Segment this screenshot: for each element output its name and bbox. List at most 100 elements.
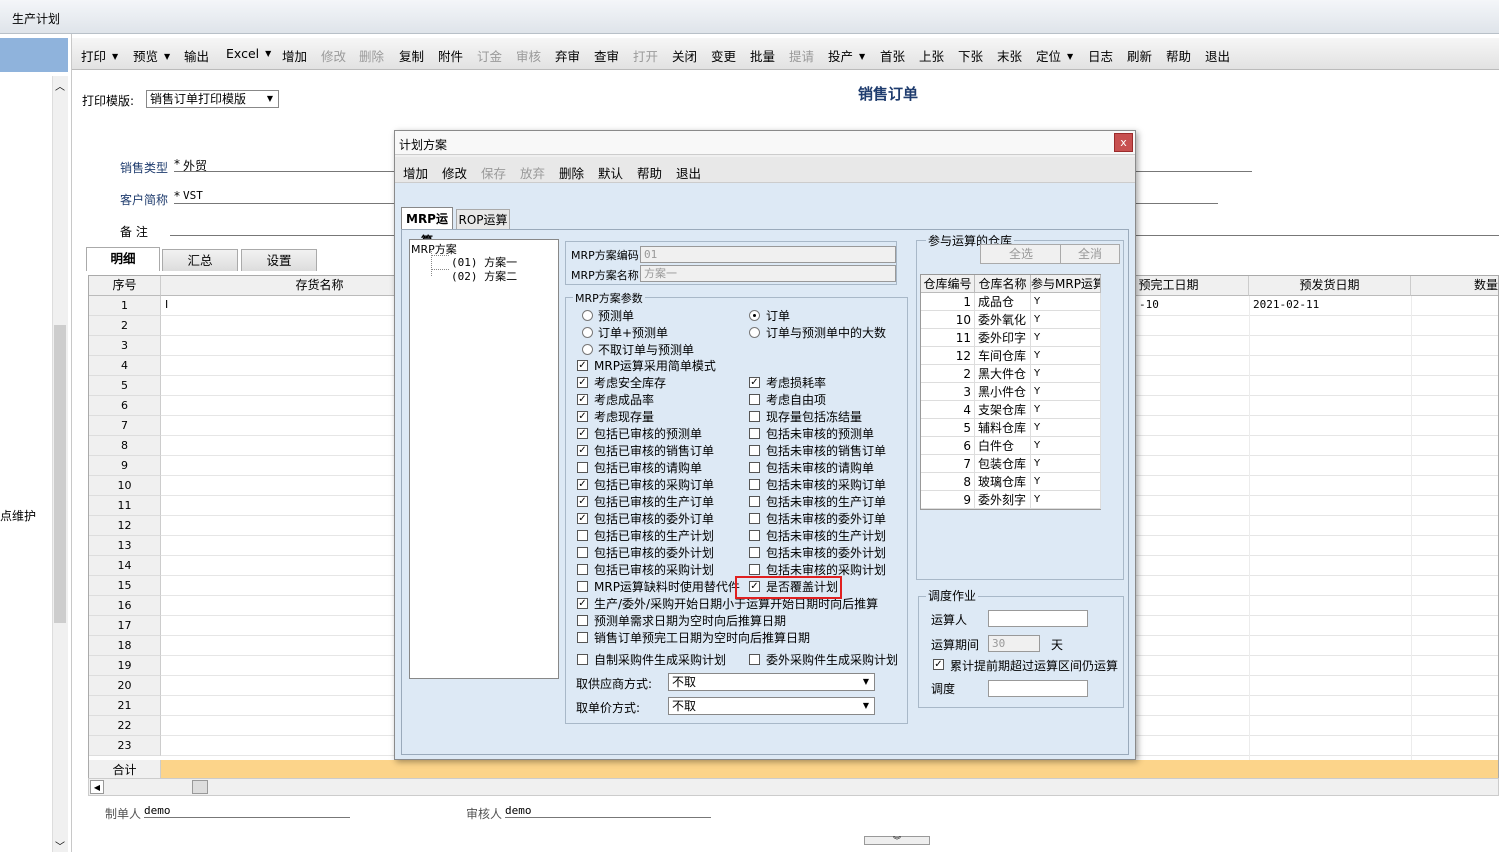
toolbar-button-4[interactable]: Excel: [226, 46, 271, 61]
warehouse-cell-no[interactable]: 2: [921, 365, 975, 383]
expand-handle[interactable]: ︾: [864, 836, 930, 845]
close-icon[interactable]: x: [1114, 133, 1133, 152]
dialog-toolbar-button-2[interactable]: 修改: [442, 163, 467, 182]
radio-left-1[interactable]: [582, 310, 593, 321]
checkbox-11-2[interactable]: [749, 530, 760, 541]
toolbar-button-15[interactable]: 关闭: [672, 46, 697, 65]
warehouse-cell-name[interactable]: 委外刻字: [975, 491, 1031, 509]
toolbar-button-23[interactable]: 末张: [997, 46, 1022, 65]
toolbar-button-20[interactable]: 首张: [880, 46, 905, 65]
checkbox-9-2[interactable]: [749, 496, 760, 507]
checkbox-1-1[interactable]: ✓: [577, 360, 588, 371]
warehouse-cell-name[interactable]: 包装仓库: [975, 455, 1031, 473]
warehouse-col-header[interactable]: 仓库名称: [975, 275, 1031, 293]
toolbar-button-26[interactable]: 刷新: [1127, 46, 1152, 65]
checkbox-label[interactable]: 考虑现存量: [594, 408, 654, 425]
checkbox-label[interactable]: 包括未审核的生产计划: [766, 527, 886, 544]
warehouse-cell-no[interactable]: 1: [921, 293, 975, 311]
dialog-toolbar-button-4[interactable]: 放弃: [520, 163, 545, 182]
dialog-toolbar-button-1[interactable]: 增加: [403, 163, 428, 182]
warehouse-cell-name[interactable]: 白件仓: [975, 437, 1031, 455]
grid-hscrollbar[interactable]: [88, 778, 1499, 796]
print-template-select[interactable]: 销售订单打印模版 ▼: [146, 90, 279, 108]
toolbar-button-8[interactable]: 复制: [399, 46, 424, 65]
toolbar-button-12[interactable]: 弃审: [555, 46, 580, 65]
checkbox-label[interactable]: 包括未审核的采购订单: [766, 476, 886, 493]
warehouse-cell-no[interactable]: 3: [921, 383, 975, 401]
radio-left-label[interactable]: 订单+预测单: [598, 324, 668, 341]
self-made-label[interactable]: 自制采购件生成采购计划: [594, 651, 726, 668]
dispatch-input[interactable]: [988, 680, 1088, 697]
toolbar-button-1[interactable]: 打印: [81, 46, 118, 65]
warehouse-cell-name[interactable]: 委外印字: [975, 329, 1031, 347]
accumulate-label[interactable]: 累计提前期超过运算区间仍运算: [950, 657, 1118, 674]
accumulate-checkbox[interactable]: ✓: [933, 659, 944, 670]
warehouse-cell-name[interactable]: 黑小件仓: [975, 383, 1031, 401]
checkbox-2-1[interactable]: ✓: [577, 377, 588, 388]
checkbox-label[interactable]: 包括已审核的生产订单: [594, 493, 714, 510]
radio-right-2[interactable]: [749, 327, 760, 338]
checkbox-label[interactable]: 考虑自由项: [766, 391, 826, 408]
checkbox-13-2[interactable]: [749, 564, 760, 575]
tab-mrp[interactable]: MRP运算: [401, 207, 453, 248]
supplier-select[interactable]: 不取 ▼: [668, 673, 875, 691]
warehouse-cell-no[interactable]: 11: [921, 329, 975, 347]
warehouse-cell-name[interactable]: 玻璃仓库: [975, 473, 1031, 491]
warehouse-cell-flag[interactable]: Y: [1031, 329, 1101, 347]
radio-left-label[interactable]: 不取订单与预测单: [598, 341, 694, 358]
self-made-checkbox[interactable]: [577, 654, 588, 665]
toolbar-button-28[interactable]: 退出: [1205, 46, 1230, 65]
warehouse-cell-flag[interactable]: Y: [1031, 311, 1101, 329]
toolbar-button-3[interactable]: 输出: [184, 46, 209, 65]
clear-all-button[interactable]: 全消: [1060, 244, 1120, 264]
checkbox-5-2[interactable]: [749, 428, 760, 439]
dialog-toolbar-button-5[interactable]: 删除: [559, 163, 584, 182]
hscroll-thumb[interactable]: [192, 780, 208, 794]
toolbar-button-27[interactable]: 帮助: [1166, 46, 1191, 65]
checkbox-label[interactable]: 考虑损耗率: [766, 374, 826, 391]
checkbox-label[interactable]: 包括已审核的销售订单: [594, 442, 714, 459]
checkbox-8-1[interactable]: ✓: [577, 479, 588, 490]
long-checkbox-3[interactable]: [577, 632, 588, 643]
tab-settings[interactable]: 设置: [241, 249, 317, 271]
col-seq[interactable]: 序号: [89, 276, 161, 296]
checkbox-label[interactable]: MRP运算缺料时使用替代件: [594, 578, 740, 595]
tab-detail[interactable]: 明细: [86, 247, 160, 271]
checkbox-label[interactable]: 包括已审核的委外计划: [594, 544, 714, 561]
scheme-tree[interactable]: [409, 239, 559, 679]
customer-value[interactable]: VST: [183, 189, 203, 202]
warehouse-col-header[interactable]: 参与MRP运算: [1031, 275, 1101, 293]
warehouse-cell-flag[interactable]: Y: [1031, 383, 1101, 401]
col-qty[interactable]: 数量: [1411, 276, 1498, 296]
radio-left-2[interactable]: [582, 327, 593, 338]
checkbox-label[interactable]: 包括未审核的委外订单: [766, 510, 886, 527]
dialog-toolbar-button-7[interactable]: 帮助: [637, 163, 662, 182]
checkbox-10-1[interactable]: ✓: [577, 513, 588, 524]
checkbox-7-2[interactable]: [749, 462, 760, 473]
warehouse-col-header[interactable]: 仓库编号: [921, 275, 975, 293]
checkbox-8-2[interactable]: [749, 479, 760, 490]
checkbox-9-1[interactable]: ✓: [577, 496, 588, 507]
period-input[interactable]: 30: [988, 635, 1040, 652]
warehouse-cell-no[interactable]: 4: [921, 401, 975, 419]
checkbox-label[interactable]: 包括未审核的预测单: [766, 425, 874, 442]
checkbox-6-2[interactable]: [749, 445, 760, 456]
checkbox-4-2[interactable]: [749, 411, 760, 422]
dialog-toolbar-button-8[interactable]: 退出: [676, 163, 701, 182]
warehouse-cell-name[interactable]: 委外氧化: [975, 311, 1031, 329]
left-nav-label[interactable]: 点维护: [0, 507, 36, 524]
tab-summary[interactable]: 汇总: [162, 249, 238, 271]
warehouse-cell-name[interactable]: 黑大件仓: [975, 365, 1031, 383]
toolbar-button-14[interactable]: 打开: [633, 46, 658, 65]
warehouse-cell-no[interactable]: 6: [921, 437, 975, 455]
toolbar-button-21[interactable]: 上张: [919, 46, 944, 65]
warehouse-cell-no[interactable]: 7: [921, 455, 975, 473]
long-checkbox-1[interactable]: ✓: [577, 598, 588, 609]
warehouse-cell-name[interactable]: 支架仓库: [975, 401, 1031, 419]
warehouse-cell-flag[interactable]: Y: [1031, 419, 1101, 437]
checkbox-5-1[interactable]: ✓: [577, 428, 588, 439]
radio-left-label[interactable]: 预测单: [598, 307, 634, 324]
warehouse-cell-name[interactable]: 辅料仓库: [975, 419, 1031, 437]
warehouse-cell-no[interactable]: 10: [921, 311, 975, 329]
checkbox-13-1[interactable]: [577, 564, 588, 575]
